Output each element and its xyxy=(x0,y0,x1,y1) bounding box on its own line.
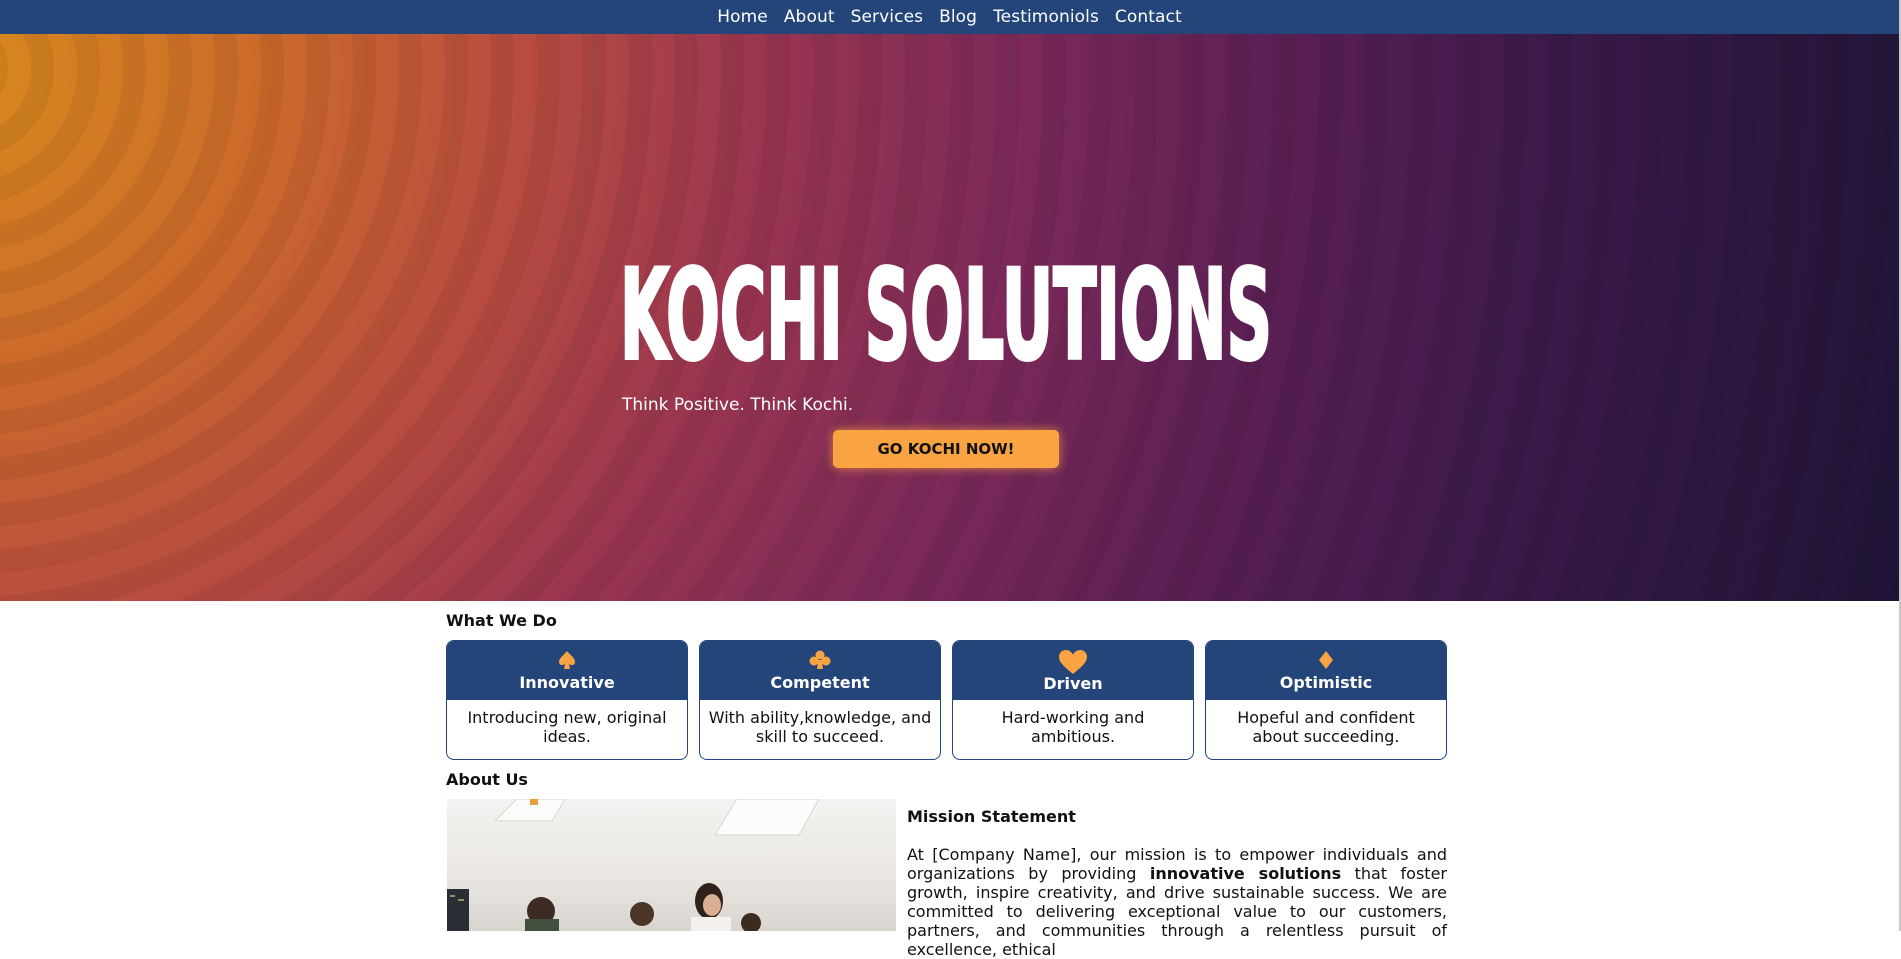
card-header: Optimistic xyxy=(1206,641,1446,700)
mission-statement-body: At [Company Name], our mission is to emp… xyxy=(907,845,1447,959)
card-header: Driven xyxy=(953,641,1193,700)
mission-text-bold: innovative solutions xyxy=(1149,864,1342,883)
nav-about[interactable]: About xyxy=(784,0,835,34)
team-photo xyxy=(447,799,896,931)
hero-section: KOCHI SOLUTIONS Think Positive. Think Ko… xyxy=(0,34,1899,601)
heart-icon xyxy=(1059,650,1087,674)
nav-home[interactable]: Home xyxy=(717,0,768,34)
card-header: Innovative xyxy=(447,641,687,700)
about-us-heading: About Us xyxy=(446,770,528,789)
card-title: Innovative xyxy=(519,673,615,692)
what-we-do-heading: What We Do xyxy=(446,611,557,630)
mission-statement-title: Mission Statement xyxy=(907,807,1076,826)
top-nav: Home About Services Blog Testimoniols Co… xyxy=(0,0,1899,34)
card-title: Driven xyxy=(1043,674,1103,693)
diamond-icon xyxy=(1319,651,1333,669)
nav-services[interactable]: Services xyxy=(851,0,924,34)
card-header: Competent xyxy=(700,641,940,700)
nav-contact[interactable]: Contact xyxy=(1115,0,1182,34)
nav-testimonials[interactable]: Testimoniols xyxy=(993,0,1099,34)
card-description: With ability,knowledge, and skill to suc… xyxy=(708,708,932,746)
spade-icon xyxy=(559,651,575,669)
go-kochi-button[interactable]: GO KOCHI NOW! xyxy=(833,430,1059,468)
card-innovative: Innovative Introducing new, original ide… xyxy=(446,640,688,760)
card-title: Competent xyxy=(770,673,870,692)
card-description: Hard-working and ambitious. xyxy=(1001,708,1145,746)
hero-title-text: KOCHI SOLUTIONS xyxy=(620,244,1272,367)
what-we-do-cards: Innovative Introducing new, original ide… xyxy=(446,640,1447,760)
about-text: Mission Statement At [Company Name], our… xyxy=(907,807,1447,959)
club-icon xyxy=(809,650,831,669)
card-driven: Driven Hard-working and ambitious. xyxy=(952,640,1194,760)
hero-tagline: Think Positive. Think Kochi. xyxy=(622,395,854,415)
card-description: Hopeful and confident about succeeding. xyxy=(1237,708,1415,746)
card-description: Introducing new, original ideas. xyxy=(467,708,667,746)
card-title: Optimistic xyxy=(1279,673,1373,692)
hero-title: KOCHI SOLUTIONS xyxy=(620,221,1280,367)
card-optimistic: Optimistic Hopeful and confident about s… xyxy=(1205,640,1447,760)
card-competent: Competent With ability,knowledge, and sk… xyxy=(699,640,941,760)
nav-blog[interactable]: Blog xyxy=(939,0,977,34)
